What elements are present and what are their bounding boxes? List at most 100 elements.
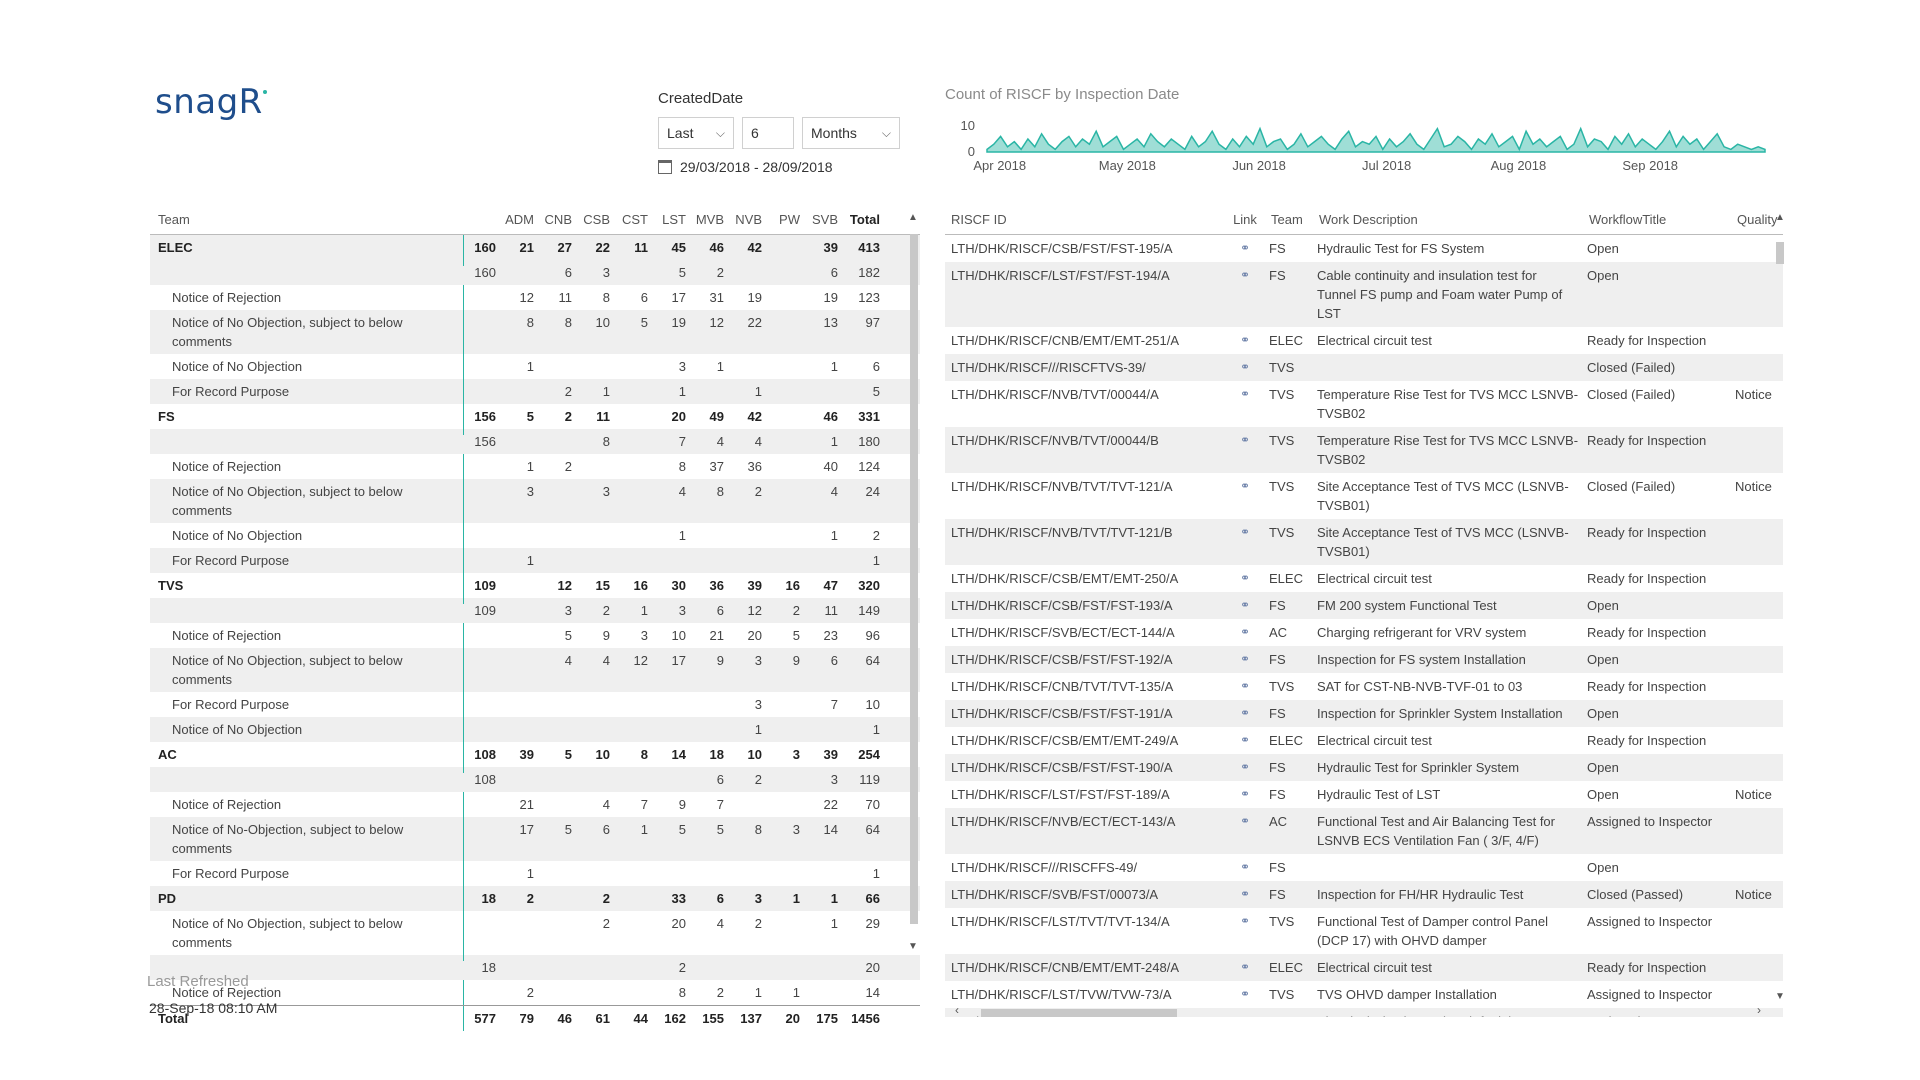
matrix-row[interactable]: Notice of Rejection 5 9 3 10 21 20 5 23 96 — [150, 623, 920, 648]
matrix-row[interactable]: 18 2 20 — [150, 955, 920, 980]
matrix-row[interactable]: For Record Purpose 2 1 1 1 5 — [150, 379, 920, 404]
scroll-thumb[interactable] — [1776, 242, 1784, 264]
link-icon[interactable]: ⚭ — [1225, 262, 1265, 289]
link-icon[interactable]: ⚭ — [1225, 754, 1265, 781]
col-header-team[interactable]: Team — [1265, 210, 1313, 229]
table-row[interactable]: LTH/DHK/RISCF/NVB/ECT/ECT-143/A ⚭ AC Functi… — [945, 808, 1783, 854]
link-icon[interactable]: ⚭ — [1225, 981, 1265, 1008]
table-row[interactable]: LTH/DHK/RISCF/CSB/FST/FST-191/A ⚭ FS Inspec… — [945, 700, 1783, 727]
matrix-group-row[interactable]: PD 18 2 2 33 6 3 1 1 66 — [150, 886, 920, 911]
col-header-link[interactable]: Link — [1225, 210, 1265, 229]
table-row[interactable]: LTH/DHK/RISCF///RISCFTVS-39/ ⚭ TVS Closed (… — [945, 354, 1783, 381]
matrix-row[interactable]: Notice of Rejection 1 2 8 37 36 40 124 — [150, 454, 920, 479]
table-row[interactable]: LTH/DHK/RISCF/CSB/FST/FST-193/A ⚭ FS FM 200… — [945, 592, 1783, 619]
matrix-row[interactable]: For Record Purpose 3 7 10 — [150, 692, 920, 717]
link-icon[interactable]: ⚭ — [1225, 700, 1265, 727]
matrix-scrollbar[interactable]: ▲ ▼ — [908, 212, 920, 952]
table-scrollbar[interactable]: ▲ ▼ — [1774, 212, 1786, 1002]
table-row[interactable]: LTH/DHK/RISCF/SVB/FST/00073/A ⚭ FS Inspecti… — [945, 881, 1783, 908]
col-header-riscf-id[interactable]: RISCF ID — [945, 210, 1225, 229]
link-icon[interactable]: ⚭ — [1225, 646, 1265, 673]
matrix-row[interactable]: Notice of Rejection 12 11 8 6 17 31 19 19 123 — [150, 285, 920, 310]
link-icon[interactable]: ⚭ — [1225, 427, 1265, 454]
scroll-down-icon[interactable]: ▼ — [908, 941, 918, 952]
link-icon[interactable]: ⚭ — [1225, 808, 1265, 835]
table-row[interactable]: LTH/DHK/RISCF/SVB/ECT/ECT-144/A ⚭ AC Chargi… — [945, 619, 1783, 646]
col-header-team[interactable]: Team — [150, 207, 464, 232]
table-row[interactable]: LTH/DHK/RISCF/CSB/FST/FST-190/A ⚭ FS Hydrau… — [945, 754, 1783, 781]
table-row[interactable]: LTH/DHK/RISCF/CNB/EMT/EMT-251/A ⚭ ELEC Elec… — [945, 327, 1783, 354]
matrix-row[interactable]: 108 6 2 3 119 — [150, 767, 920, 792]
matrix-group-row[interactable]: TVS 109 12 15 16 30 36 39 16 47 320 — [150, 573, 920, 598]
link-icon[interactable]: ⚭ — [1225, 954, 1265, 981]
link-icon[interactable]: ⚭ — [1225, 881, 1265, 908]
matrix-row[interactable]: Notice of No Objection, subject to below… — [150, 310, 920, 354]
scroll-thumb[interactable] — [981, 1009, 1177, 1017]
table-horizontal-scrollbar[interactable]: ‹ › — [945, 1003, 1773, 1019]
table-row[interactable]: LTH/DHK/RISCF///RISCFFS-49/ ⚭ FS Open — [945, 854, 1783, 881]
table-row[interactable]: LTH/DHK/RISCF/NVB/TVT/00044/B ⚭ TVS Tempera… — [945, 427, 1783, 473]
matrix-row[interactable]: Notice of No Objection 1 3 1 1 6 — [150, 354, 920, 379]
matrix-row[interactable]: Notice of No Objection 1 1 2 — [150, 523, 920, 548]
link-icon[interactable]: ⚭ — [1225, 908, 1265, 935]
col-header-adm[interactable]: ADM — [500, 207, 538, 232]
link-icon[interactable]: ⚭ — [1225, 619, 1265, 646]
table-row[interactable]: LTH/DHK/RISCF/NVB/TVT/TVT-121/A ⚭ TVS Site … — [945, 473, 1783, 519]
col-header-work-description[interactable]: Work Description — [1313, 210, 1583, 229]
col-header-cst[interactable]: CST — [614, 207, 652, 232]
matrix-row[interactable]: 109 3 2 1 3 6 12 2 11 149 — [150, 598, 920, 623]
scroll-up-icon[interactable]: ▲ — [908, 212, 918, 223]
link-icon[interactable]: ⚭ — [1225, 473, 1265, 500]
col-header-csb[interactable]: CSB — [576, 207, 614, 232]
link-icon[interactable]: ⚭ — [1225, 354, 1265, 381]
matrix-row[interactable]: For Record Purpose 1 1 — [150, 548, 920, 573]
matrix-group-row[interactable]: AC 108 39 5 10 8 14 18 10 3 39 254 — [150, 742, 920, 767]
matrix-row[interactable]: 156 8 7 4 4 1 180 — [150, 429, 920, 454]
col-header-svb[interactable]: SVB — [804, 207, 842, 232]
link-icon[interactable]: ⚭ — [1225, 673, 1265, 700]
matrix-row[interactable]: Notice of Rejection 21 4 7 9 7 22 70 — [150, 792, 920, 817]
link-icon[interactable]: ⚭ — [1225, 235, 1265, 262]
scroll-left-icon[interactable]: ‹ — [955, 1003, 959, 1017]
table-row[interactable]: LTH/DHK/RISCF/CNB/EMT/EMT-248/A ⚭ ELEC Elec… — [945, 954, 1783, 981]
table-row[interactable]: LTH/DHK/RISCF/NVB/TVT/TVT-121/B ⚭ TVS Site … — [945, 519, 1783, 565]
period-number-input[interactable]: 6 — [742, 117, 794, 149]
scroll-right-icon[interactable]: › — [1757, 1003, 1761, 1017]
table-row[interactable]: LTH/DHK/RISCF/CSB/FST/FST-195/A ⚭ FS Hydrau… — [945, 235, 1783, 262]
table-row[interactable]: LTH/DHK/RISCF/CSB/EMT/EMT-249/A ⚭ ELEC Elec… — [945, 727, 1783, 754]
link-icon[interactable]: ⚭ — [1225, 727, 1265, 754]
scroll-thumb[interactable] — [910, 234, 918, 924]
scroll-down-icon[interactable]: ▼ — [1775, 991, 1785, 1002]
link-icon[interactable]: ⚭ — [1225, 327, 1265, 354]
table-row[interactable]: LTH/DHK/RISCF/LST/TVT/TVT-134/A ⚭ TVS Funct… — [945, 908, 1783, 954]
matrix-row[interactable]: Notice of No Objection, subject to below… — [150, 911, 920, 955]
col-header-cnb[interactable]: CNB — [538, 207, 576, 232]
col-header-nvb[interactable]: NVB — [728, 207, 766, 232]
link-icon[interactable]: ⚭ — [1225, 781, 1265, 808]
col-header-pw[interactable]: PW — [766, 207, 804, 232]
link-icon[interactable]: ⚭ — [1225, 592, 1265, 619]
scroll-up-icon[interactable]: ▲ — [1775, 212, 1785, 223]
table-row[interactable]: LTH/DHK/RISCF/NVB/TVT/00044/A ⚭ TVS Tempera… — [945, 381, 1783, 427]
table-row[interactable]: LTH/DHK/RISCF/LST/FST/FST-189/A ⚭ FS Hydrau… — [945, 781, 1783, 808]
col-header-total[interactable]: Total — [842, 207, 886, 232]
table-row[interactable]: LTH/DHK/RISCF/CSB/EMT/EMT-250/A ⚭ ELEC Elec… — [945, 565, 1783, 592]
table-row[interactable]: LTH/DHK/RISCF/CNB/TVT/TVT-135/A ⚭ TVS SAT f… — [945, 673, 1783, 700]
matrix-row[interactable]: Notice of No-Objection, subject to below… — [150, 817, 920, 861]
table-row[interactable]: LTH/DHK/RISCF/LST/TVW/TVW-73/A ⚭ TVS TVS OH… — [945, 981, 1783, 1008]
matrix-row[interactable]: Notice of No Objection, subject to below… — [150, 479, 920, 523]
link-icon[interactable]: ⚭ — [1225, 565, 1265, 592]
link-icon[interactable]: ⚭ — [1225, 854, 1265, 881]
col-header-workflow-title[interactable]: WorkflowTitle — [1583, 210, 1731, 229]
table-row[interactable]: LTH/DHK/RISCF/CSB/FST/FST-192/A ⚭ FS Inspec… — [945, 646, 1783, 673]
link-icon[interactable]: ⚭ — [1225, 381, 1265, 408]
table-row[interactable]: LTH/DHK/RISCF/LST/FST/FST-194/A ⚭ FS Cable … — [945, 262, 1783, 327]
matrix-row[interactable]: Notice of No Objection 1 1 — [150, 717, 920, 742]
relative-dropdown[interactable]: Last ⌵ — [658, 117, 734, 149]
col-header-mvb[interactable]: MVB — [690, 207, 728, 232]
matrix-row[interactable]: 160 6 3 5 2 6 182 — [150, 260, 920, 285]
matrix-row[interactable]: Notice of No Objection, subject to below… — [150, 648, 920, 692]
col-header-lst[interactable]: LST — [652, 207, 690, 232]
matrix-group-row[interactable]: FS 156 5 2 11 20 49 42 46 331 — [150, 404, 920, 429]
matrix-row[interactable]: For Record Purpose 1 1 — [150, 861, 920, 886]
